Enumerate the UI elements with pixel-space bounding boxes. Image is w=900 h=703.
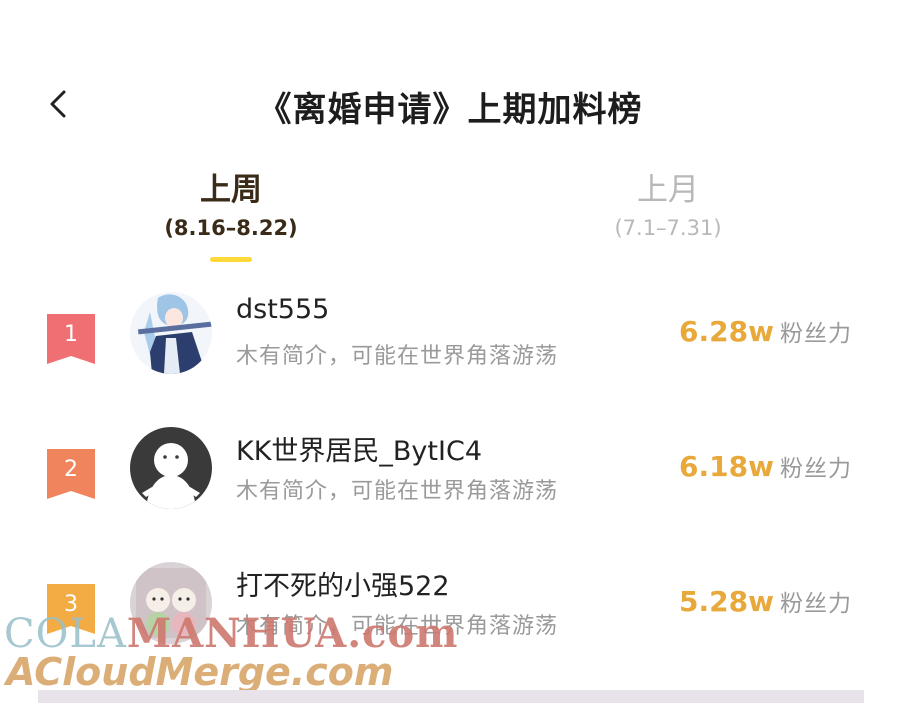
rank-badge: 1: [47, 314, 95, 364]
bottom-bar: [38, 690, 864, 703]
watermark-acloudmerge: ACloudMerge.com: [6, 650, 394, 694]
header-bar: 《离婚申请》上期加料榜: [0, 72, 900, 136]
active-tab-indicator: [210, 257, 252, 262]
tab-last-week[interactable]: 上周 (8.16–8.22): [121, 168, 341, 240]
fan-power: 5.28w 粉丝力: [679, 584, 852, 618]
fan-power-label: 粉丝力: [780, 591, 852, 617]
fan-power-label: 粉丝力: [780, 321, 852, 347]
fan-power: 6.28w 粉丝力: [679, 314, 852, 348]
avatar[interactable]: [130, 427, 212, 509]
user-name: KK世界居民_BytIC4: [236, 436, 482, 467]
fan-power-value: 6.28w: [679, 315, 774, 348]
tab-label: 上月: [637, 172, 699, 208]
tab-label: 上周: [200, 172, 262, 208]
ranking-row[interactable]: 2 KK世界居民_BytIC4 木有简介，可能在世界角落游荡 6.18w 粉丝力: [0, 427, 900, 537]
user-bio: 木有简介，可能在世界角落游荡: [236, 479, 559, 504]
avatar[interactable]: [130, 292, 212, 374]
fan-power: 6.18w 粉丝力: [679, 449, 852, 483]
fan-power-label: 粉丝力: [780, 456, 852, 482]
fan-power-value: 6.18w: [679, 450, 774, 483]
user-bio: 木有简介，可能在世界角落游荡: [236, 344, 559, 369]
tab-date-range: (7.1–7.31): [614, 216, 722, 240]
user-name: dst555: [236, 294, 330, 325]
tab-date-range: (8.16–8.22): [164, 216, 298, 240]
page-title: 《离婚申请》上期加料榜: [257, 90, 643, 130]
user-name: 打不死的小强522: [236, 571, 450, 602]
fan-power-value: 5.28w: [679, 585, 774, 618]
tab-last-month[interactable]: 上月 (7.1–7.31): [558, 168, 778, 240]
ranking-row[interactable]: 1 dst555 木有简介，可能在世界角落游荡 6.28w 粉丝力: [0, 292, 900, 402]
rank-badge: 2: [47, 449, 95, 499]
